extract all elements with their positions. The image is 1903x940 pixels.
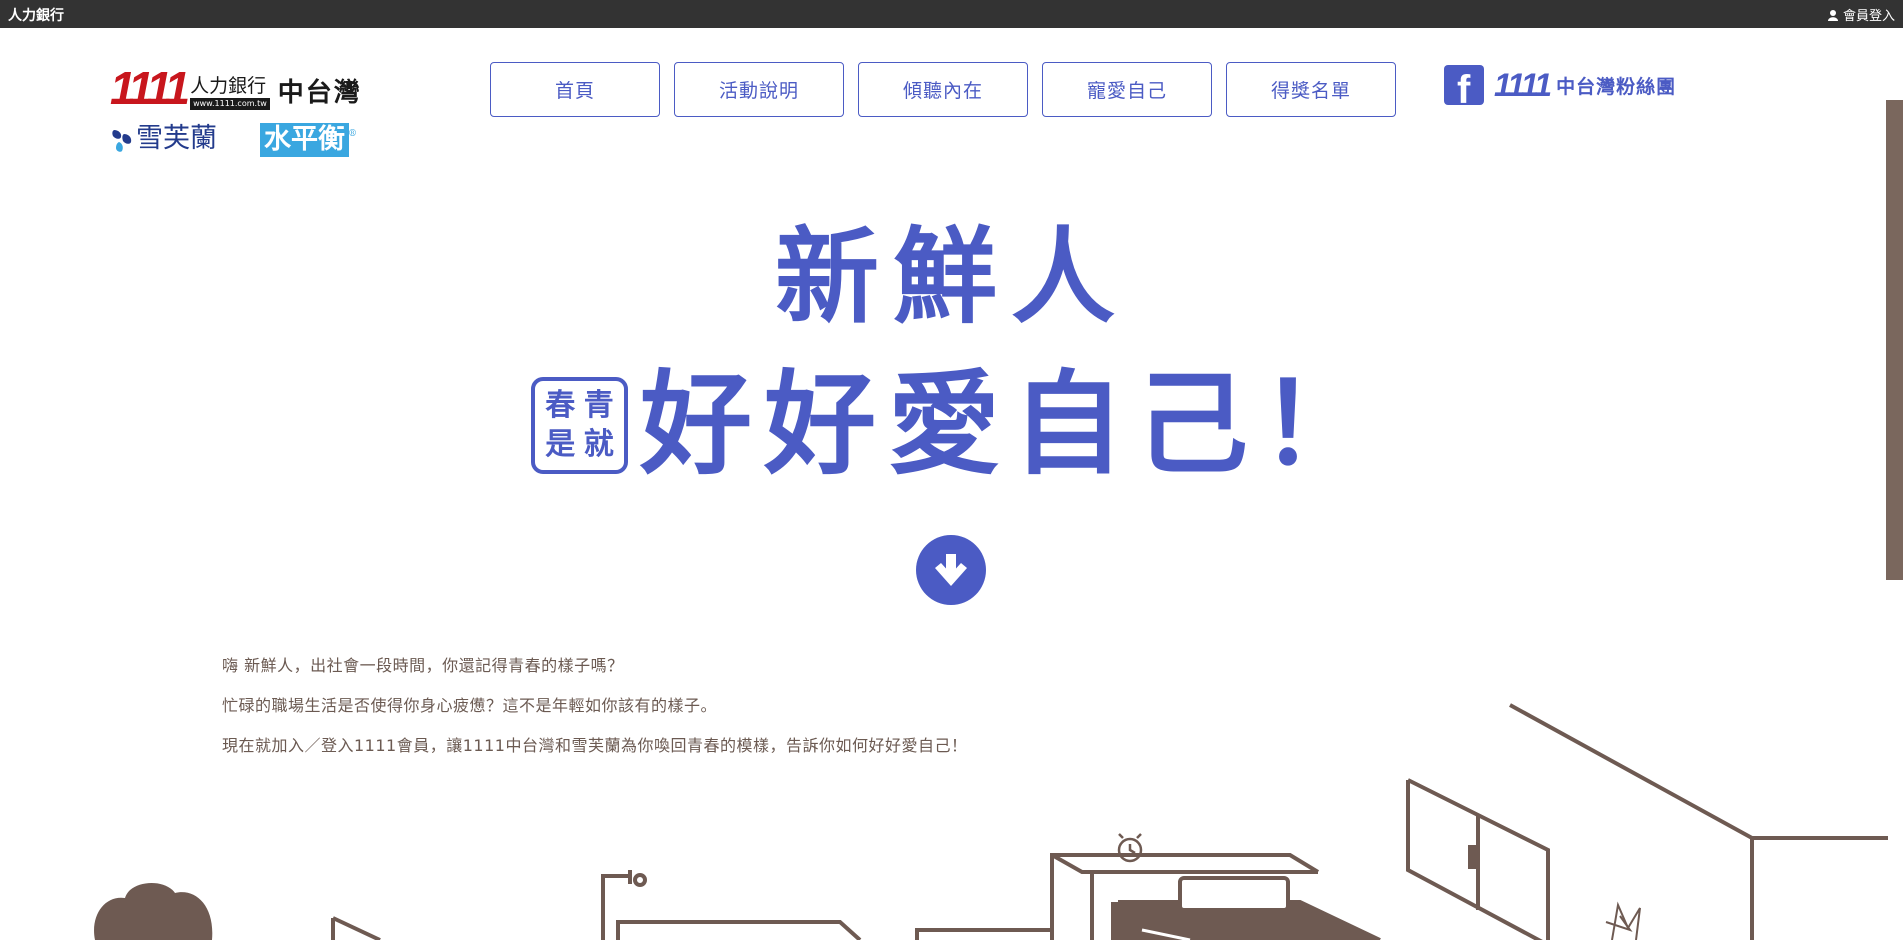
nav-listen-inner-button[interactable]: 傾聽內在 — [858, 62, 1028, 117]
nav-home-button[interactable]: 首頁 — [490, 62, 660, 117]
logo-water-balance: 水平衡 ® — [260, 123, 357, 157]
user-icon — [1827, 9, 1838, 21]
water-drops-icon — [112, 130, 132, 152]
logo-1111-bank[interactable]: 1111 人力銀行 www.1111.com.tw 中台灣 — [110, 62, 362, 114]
registered-mark: ® — [348, 129, 357, 139]
plant-icon — [1605, 901, 1641, 940]
stamp-char: 就 — [583, 426, 614, 462]
scrollbar-thumb[interactable] — [1886, 100, 1903, 580]
nav-event-info-button[interactable]: 活動說明 — [674, 62, 844, 117]
main-nav: 首頁 活動說明 傾聽內在 寵愛自己 得獎名單 — [490, 62, 1396, 117]
logo-snow-text: 雪芙蘭 — [136, 123, 217, 154]
bed-icon — [915, 853, 1381, 940]
member-login-link[interactable]: 會員登入 — [1827, 5, 1895, 24]
youth-stamp: 青 春 就 是 — [531, 377, 628, 474]
logo-region: 中台灣 — [277, 78, 362, 108]
stamp-char: 是 — [545, 426, 576, 462]
sponsor-logos: 1111 人力銀行 www.1111.com.tw 中台灣 雪芙蘭 水平衡 ® — [110, 62, 370, 166]
nav-winners-button[interactable]: 得獎名單 — [1226, 62, 1396, 117]
fan-page-label: 中台灣粉絲團 — [1556, 76, 1677, 98]
intro-paragraph: 嗨 新鮮人，出社會一段時間，你還記得青春的樣子嗎？ — [222, 656, 624, 675]
window-icon — [1406, 778, 1550, 940]
member-login-label: 會員登入 — [1842, 9, 1895, 24]
hero-title-line2: 好好愛自己！ — [640, 359, 1384, 490]
hero-title-line1: 新鮮人 — [774, 215, 1129, 338]
nav-pamper-yourself-button[interactable]: 寵愛自己 — [1042, 62, 1212, 117]
arrow-down-icon — [935, 554, 967, 586]
faucet-icon — [601, 870, 862, 940]
top-bar: 人力銀行 會員登入 — [0, 0, 1903, 28]
facebook-fan-page-link[interactable]: f 1111 中台灣粉絲團 — [1444, 65, 1676, 105]
room-walls — [331, 703, 1888, 940]
stamp-char: 青 — [583, 388, 614, 423]
tree-icon — [94, 882, 213, 940]
facebook-icon: f — [1444, 65, 1484, 105]
room-illustration — [94, 703, 1888, 940]
logo-bank-name: 人力銀行 — [190, 75, 267, 97]
site-name-link[interactable]: 人力銀行 — [8, 5, 64, 25]
logo-snow-flower: 雪芙蘭 — [110, 124, 217, 154]
scroll-down-button[interactable] — [916, 535, 986, 605]
logo-bank-url: www.1111.com.tw — [190, 98, 270, 110]
fan-page-number: 1111 — [1494, 67, 1552, 103]
stamp-char: 春 — [545, 388, 576, 423]
logo-1111-digits: 1111 — [110, 62, 190, 114]
